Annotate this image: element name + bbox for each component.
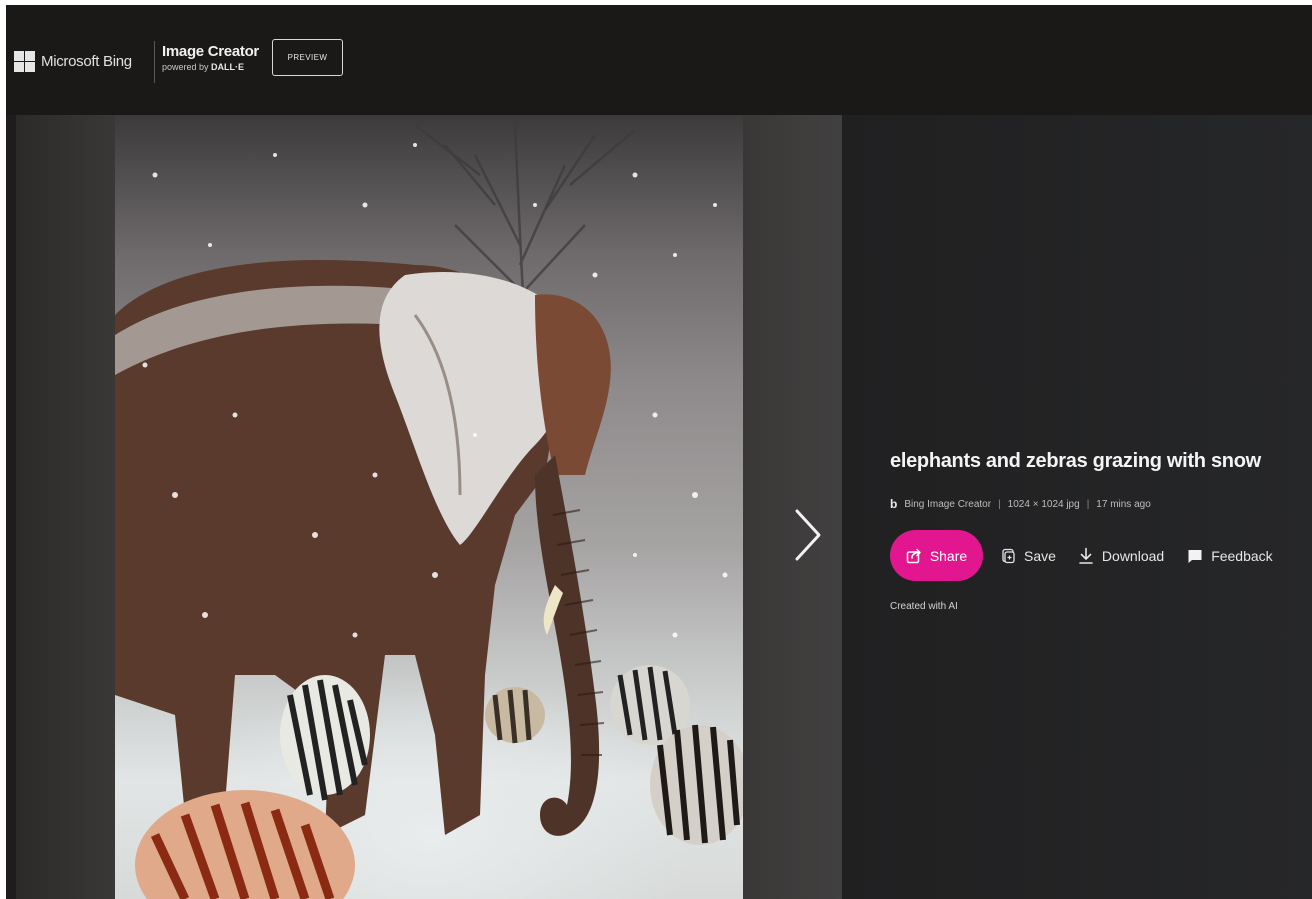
powered-by-label: powered by	[162, 62, 209, 72]
image-creator-title[interactable]: Image Creator powered by DALL·E	[162, 43, 259, 73]
download-label: Download	[1101, 547, 1165, 564]
feedback-label: Feedback	[1211, 547, 1273, 564]
microsoft-bing-brand[interactable]: Microsoft Bing	[14, 48, 132, 74]
meta-separator: |	[1086, 498, 1090, 510]
created-with-ai-note: Created with AI	[890, 601, 958, 612]
microsoft-logo-icon	[14, 50, 35, 72]
meta-source: Bing Image Creator	[904, 498, 992, 510]
download-icon	[1079, 547, 1093, 564]
download-button[interactable]: Download	[1078, 547, 1164, 565]
image-viewer	[16, 115, 842, 899]
bing-b-icon: b	[890, 497, 898, 511]
share-label: Share	[929, 547, 968, 564]
generated-image[interactable]	[115, 115, 743, 899]
feedback-icon	[1188, 549, 1202, 563]
image-info-panel: elephants and zebras grazing with snow b…	[890, 450, 1300, 612]
save-icon	[1002, 548, 1015, 563]
app-frame: Microsoft Bing Image Creator powered by …	[6, 5, 1312, 899]
image-meta: b Bing Image Creator | 1024 × 1024 jpg |…	[890, 497, 1300, 511]
image-illustration	[115, 124, 743, 899]
zebra-left	[280, 675, 370, 801]
meta-separator: |	[998, 498, 1001, 510]
image-title: elephants and zebras grazing with snow	[890, 450, 1261, 472]
product-title: Image Creator	[162, 43, 259, 60]
feedback-button[interactable]: Feedback	[1187, 547, 1273, 564]
meta-time: 17 mins ago	[1096, 498, 1151, 510]
zebra-foreground	[135, 790, 355, 899]
header: Microsoft Bing Image Creator powered by …	[6, 5, 1312, 115]
share-icon	[906, 548, 921, 563]
preview-badge: PREVIEW	[272, 39, 343, 76]
product-subtitle: powered by DALL·E	[162, 61, 259, 73]
action-bar: Share Save Download Feedback	[890, 530, 1300, 581]
meta-size: 1024 × 1024 jpg	[1007, 498, 1080, 510]
dall-e-label: DALL·E	[211, 62, 245, 72]
header-divider	[154, 41, 155, 83]
zebra-right-front	[650, 724, 743, 845]
save-label: Save	[1024, 547, 1056, 564]
save-button[interactable]: Save	[1000, 548, 1056, 564]
brand-name: Microsoft Bing	[41, 52, 132, 70]
zebra-center	[485, 687, 545, 744]
share-button[interactable]: Share	[890, 530, 983, 581]
chevron-right-icon[interactable]	[787, 505, 827, 565]
